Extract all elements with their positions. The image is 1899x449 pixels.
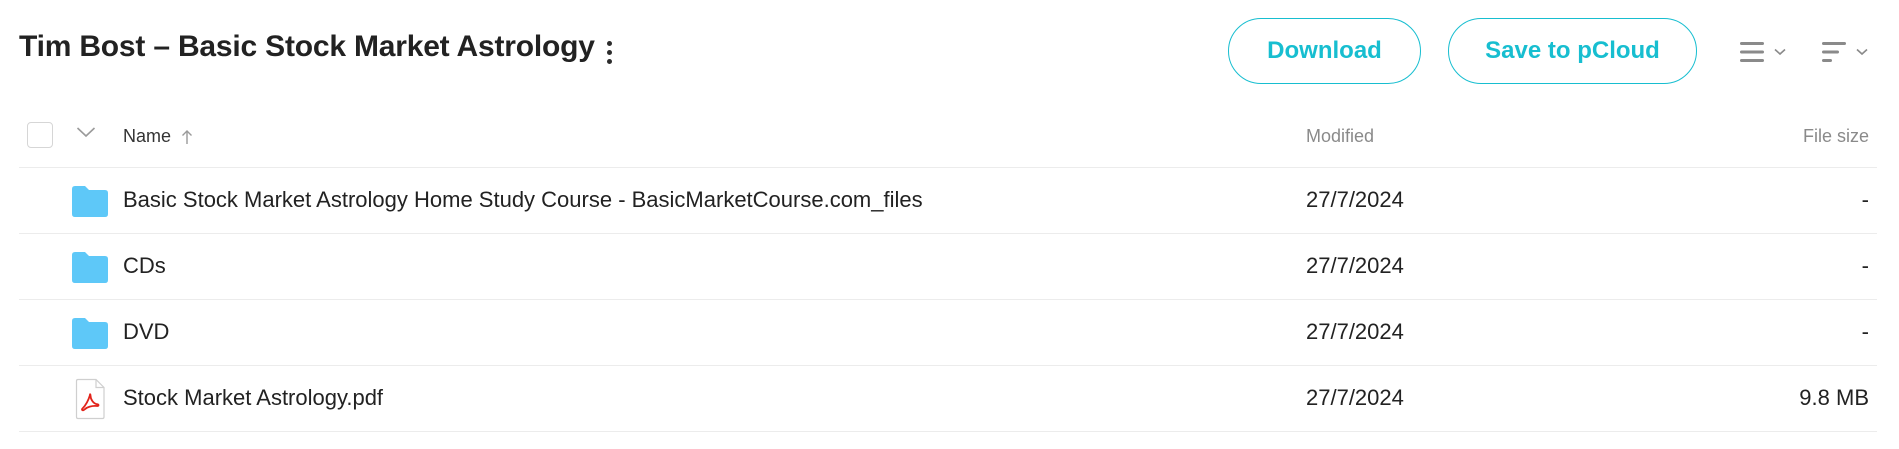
folder-icon [72,186,108,217]
file-size: 9.8 MB [1799,385,1869,410]
chevron-down-icon[interactable] [76,126,96,138]
more-vertical-icon[interactable] [597,36,621,68]
list-view-icon [1740,42,1764,62]
file-modified-date: 27/7/2024 [1306,319,1404,344]
file-row[interactable]: Basic Stock Market Astrology Home Study … [19,168,1877,234]
file-name: CDs [123,253,166,278]
file-name: Basic Stock Market Astrology Home Study … [123,187,923,212]
pdf-file-icon [75,378,105,420]
sort-ascending-arrow-icon [182,129,193,144]
toolbar: Tim Bost – Basic Stock Market Astrology … [0,0,1899,104]
column-header-name[interactable]: Name [123,126,193,147]
file-name: Stock Market Astrology.pdf [123,385,384,410]
column-name-label: Name [123,126,172,146]
save-to-pcloud-button[interactable]: Save to pCloud [1448,18,1697,84]
file-modified-date: 27/7/2024 [1306,385,1404,410]
file-size: - [1861,253,1869,278]
column-header-file-size[interactable]: File size [1803,126,1869,147]
file-size: - [1861,187,1869,212]
page-title: Tim Bost – Basic Stock Market Astrology [19,30,595,63]
chevron-down-icon [1774,48,1786,56]
column-header-modified[interactable]: Modified [1306,126,1374,147]
file-size: - [1861,319,1869,344]
file-row[interactable]: DVD 27/7/2024 - [19,300,1877,366]
file-row[interactable]: CDs 27/7/2024 - [19,234,1877,300]
chevron-down-icon [1856,48,1868,56]
folder-icon [72,318,108,349]
folder-icon [72,252,108,283]
sort-options-toggle[interactable] [1822,38,1868,66]
select-all-checkbox[interactable] [27,122,53,148]
sort-icon [1822,42,1846,62]
file-list-header: Name Modified File size [19,104,1877,168]
file-row[interactable]: Stock Market Astrology.pdf 27/7/2024 9.8… [19,366,1877,432]
file-modified-date: 27/7/2024 [1306,253,1404,278]
download-button[interactable]: Download [1228,18,1421,84]
file-list: Basic Stock Market Astrology Home Study … [19,168,1877,432]
view-mode-toggle[interactable] [1740,38,1786,66]
file-modified-date: 27/7/2024 [1306,187,1404,212]
file-name: DVD [123,319,170,344]
